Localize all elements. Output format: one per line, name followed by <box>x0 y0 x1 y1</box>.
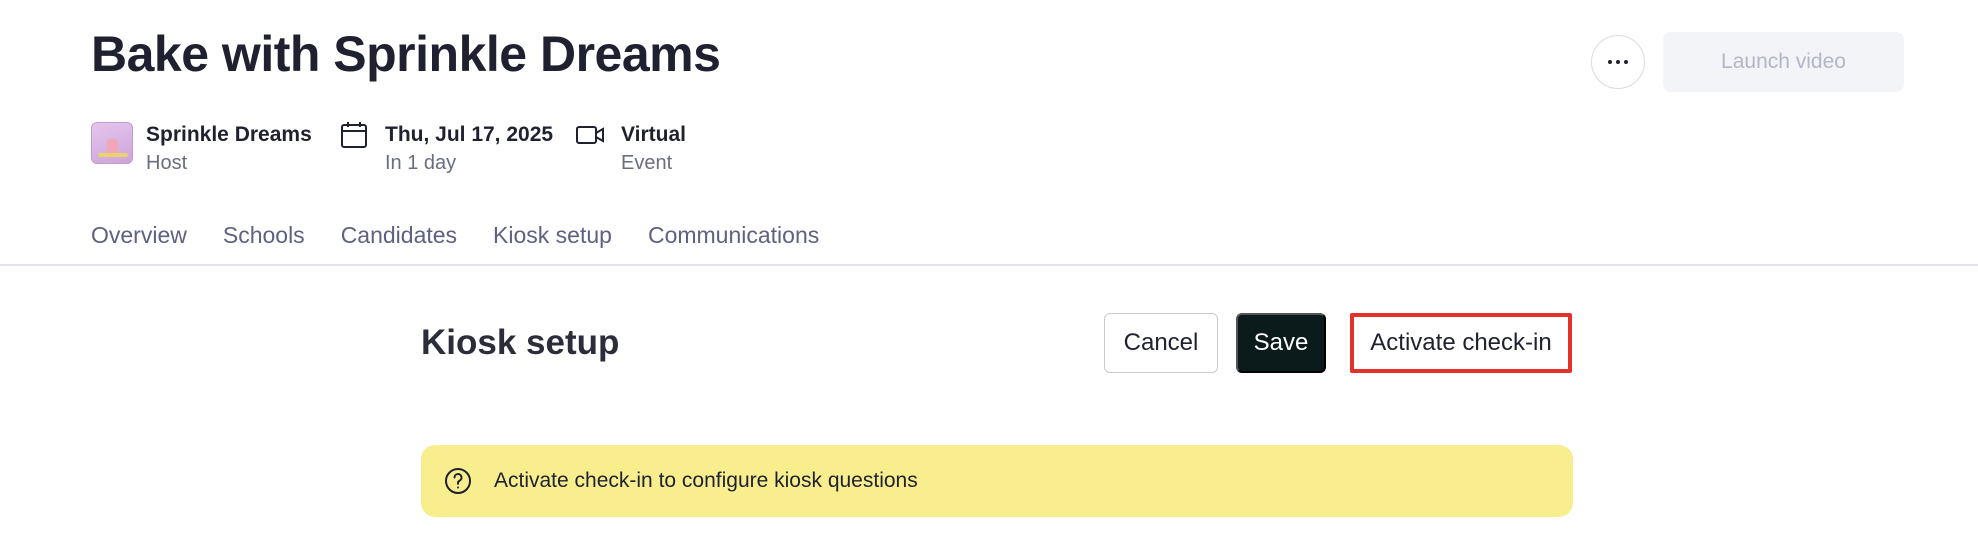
section-title: Kiosk setup <box>421 323 620 362</box>
more-options-button[interactable] <box>1591 35 1645 89</box>
tab-divider <box>0 264 1978 266</box>
info-banner-text: Activate check-in to configure kiosk que… <box>494 469 918 492</box>
info-banner: Activate check-in to configure kiosk que… <box>421 445 1573 517</box>
save-button[interactable]: Save <box>1236 313 1326 373</box>
event-format-label: Virtual <box>621 123 686 146</box>
tab-bar: Overview Schools Candidates Kiosk setup … <box>91 220 819 250</box>
tab-kiosk-setup[interactable]: Kiosk setup <box>493 220 612 250</box>
host-info: Sprinkle Dreams Host <box>91 122 312 176</box>
event-format-sub: Event <box>621 152 673 174</box>
activate-check-in-button[interactable]: Activate check-in <box>1350 313 1572 373</box>
launch-video-button[interactable]: Launch video <box>1663 32 1904 92</box>
tab-schools[interactable]: Schools <box>223 220 305 250</box>
tab-candidates[interactable]: Candidates <box>341 220 457 250</box>
host-name: Sprinkle Dreams <box>146 123 312 146</box>
event-date: Thu, Jul 17, 2025 In 1 day <box>339 122 553 176</box>
event-date-relative: In 1 day <box>385 152 457 174</box>
calendar-icon <box>341 122 367 148</box>
page-title: Bake with Sprinkle Dreams <box>91 26 721 82</box>
event-date-label: Thu, Jul 17, 2025 <box>385 123 554 146</box>
more-horizontal-icon <box>1608 60 1628 64</box>
host-role: Host <box>146 152 188 174</box>
cancel-button[interactable]: Cancel <box>1104 313 1218 373</box>
video-camera-icon <box>576 126 604 144</box>
question-circle-icon <box>445 468 471 494</box>
event-format: Virtual Event <box>575 122 686 176</box>
tab-overview[interactable]: Overview <box>91 220 187 250</box>
avatar <box>91 122 133 164</box>
tab-communications[interactable]: Communications <box>648 220 819 250</box>
